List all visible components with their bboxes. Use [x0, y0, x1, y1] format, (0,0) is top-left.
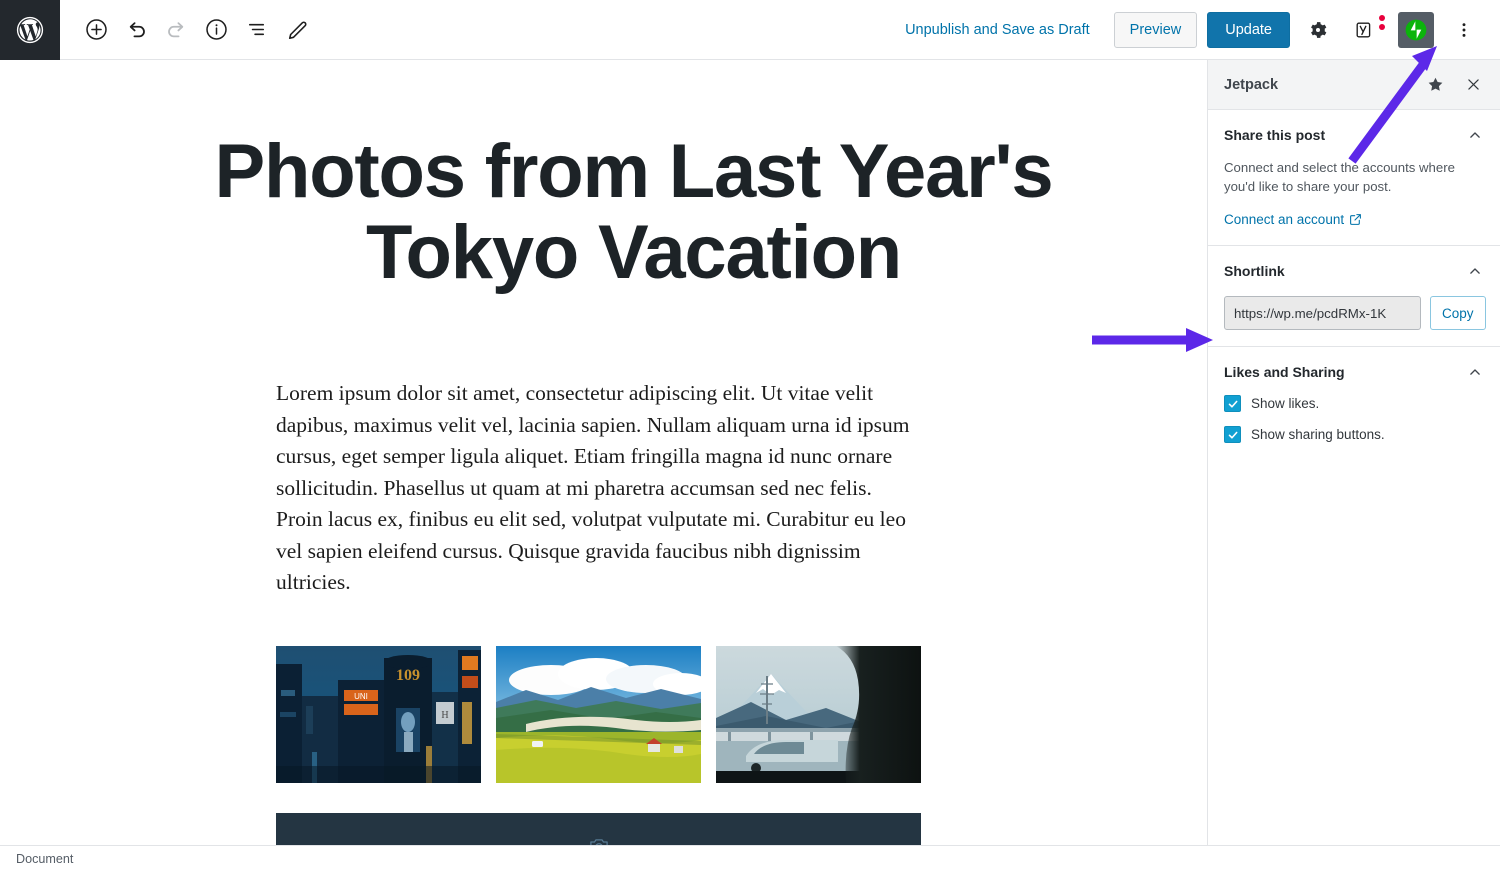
gallery-block[interactable]: UNI 109 H — [276, 645, 921, 783]
pencil-icon — [288, 21, 306, 40]
chevron-up-icon[interactable] — [1466, 363, 1484, 381]
more-options-button[interactable] — [1444, 10, 1484, 50]
check-icon — [1228, 400, 1237, 408]
show-likes-row[interactable]: Show likes. — [1224, 395, 1484, 412]
likes-and-sharing-title: Likes and Sharing — [1224, 364, 1345, 380]
jetpack-bolt-icon — [1405, 19, 1427, 40]
mount-fuji-photo — [716, 645, 921, 783]
content-structure-button[interactable] — [196, 10, 236, 50]
jetpack-panel-button[interactable] — [1398, 11, 1434, 48]
svg-text:H: H — [441, 710, 448, 721]
show-sharing-buttons-checkbox[interactable] — [1224, 426, 1241, 443]
show-sharing-buttons-label[interactable]: Show sharing buttons. — [1251, 427, 1385, 442]
yoast-notice-dot-top — [1379, 14, 1385, 21]
external-link-icon — [1350, 214, 1362, 225]
svg-text:109: 109 — [396, 667, 420, 684]
share-this-post-title: Share this post — [1224, 127, 1326, 143]
share-this-post-description: Connect and select the accounts where yo… — [1224, 160, 1455, 194]
wordpress-logo-button[interactable] — [0, 0, 60, 60]
breadcrumb[interactable]: Document — [16, 852, 73, 866]
shortlink-title: Shortlink — [1224, 263, 1285, 279]
share-this-post-section: Share this post Connect and select the a… — [1208, 110, 1500, 246]
chevron-up-icon[interactable] — [1466, 126, 1484, 144]
jetpack-sidebar-header: Jetpack — [1208, 60, 1500, 110]
close-sidebar-button[interactable] — [1460, 72, 1486, 98]
likes-and-sharing-header[interactable]: Likes and Sharing — [1224, 363, 1484, 381]
copy-shortlink-button[interactable]: Copy — [1430, 296, 1486, 330]
gallery-image-shibuya-night[interactable]: UNI 109 H — [276, 645, 481, 783]
update-button[interactable]: Update — [1207, 11, 1290, 48]
check-icon — [1228, 431, 1237, 439]
yoast-seo-button[interactable] — [1346, 10, 1386, 50]
show-sharing-buttons-row[interactable]: Show sharing buttons. — [1224, 426, 1484, 443]
edit-mode-button[interactable] — [276, 10, 316, 50]
show-likes-label[interactable]: Show likes. — [1251, 396, 1319, 411]
jetpack-sidebar: Jetpack Share this post Connect and sele… — [1207, 60, 1500, 845]
toolbar-right-actions: Unpublish and Save as Draft Preview Upda… — [895, 10, 1500, 50]
wide-media-block[interactable] — [276, 812, 921, 845]
redo-button[interactable] — [156, 10, 196, 50]
redo-icon — [167, 22, 183, 38]
kebab-menu-icon — [1462, 22, 1466, 37]
wordpress-block-editor: Unpublish and Save as Draft Preview Upda… — [0, 0, 1500, 872]
info-circle-icon — [205, 19, 227, 40]
likes-and-sharing-section: Likes and Sharing Show likes. Show shari… — [1208, 347, 1500, 459]
shortlink-input[interactable] — [1224, 296, 1421, 330]
undo-icon — [129, 22, 145, 38]
page-title[interactable]: Photos from Last Year's Tokyo Vacation — [164, 131, 1104, 293]
svg-text:UNI: UNI — [354, 692, 368, 701]
gallery-image-countryside[interactable] — [496, 645, 701, 783]
preview-button[interactable]: Preview — [1113, 11, 1198, 48]
post-editor-canvas: Photos from Last Year's Tokyo Vacation L… — [60, 60, 1207, 845]
show-likes-checkbox[interactable] — [1224, 395, 1241, 412]
close-icon — [1467, 79, 1479, 90]
countryside-photo — [496, 645, 701, 783]
chevron-up-icon[interactable] — [1466, 262, 1484, 280]
toolbar-left-tools — [76, 10, 316, 50]
shortlink-header[interactable]: Shortlink — [1224, 262, 1484, 280]
settings-button[interactable] — [1298, 10, 1338, 50]
star-icon — [1428, 77, 1442, 91]
pin-plugin-star-button[interactable] — [1422, 72, 1448, 98]
plus-circle-icon — [85, 19, 107, 40]
wordpress-icon — [16, 16, 44, 43]
shortlink-section: Shortlink Copy — [1208, 246, 1500, 347]
connect-an-account-link[interactable]: Connect an account — [1224, 212, 1362, 227]
undo-button[interactable] — [116, 10, 156, 50]
gear-icon — [1311, 21, 1327, 38]
camera-icon — [589, 838, 608, 845]
post-content: Lorem ipsum dolor sit amet, consectetur … — [276, 378, 921, 845]
share-this-post-header[interactable]: Share this post — [1224, 126, 1484, 144]
shibuya-night-photo: UNI 109 H — [276, 645, 481, 783]
connect-an-account-label: Connect an account — [1224, 212, 1345, 227]
block-navigation-button[interactable] — [236, 10, 276, 50]
yoast-seo-icon — [1356, 22, 1371, 37]
gallery-image-mount-fuji[interactable] — [716, 645, 921, 783]
editor-top-toolbar: Unpublish and Save as Draft Preview Upda… — [0, 0, 1500, 60]
yoast-notice-dot-bottom — [1379, 23, 1385, 30]
paragraph-block[interactable]: Lorem ipsum dolor sit amet, consectetur … — [276, 378, 916, 599]
unpublish-save-draft-link[interactable]: Unpublish and Save as Draft — [895, 16, 1100, 44]
list-view-icon — [248, 23, 264, 36]
editor-status-bar: Document — [0, 845, 1500, 872]
jetpack-sidebar-title: Jetpack — [1224, 76, 1279, 93]
add-block-button[interactable] — [76, 10, 116, 50]
